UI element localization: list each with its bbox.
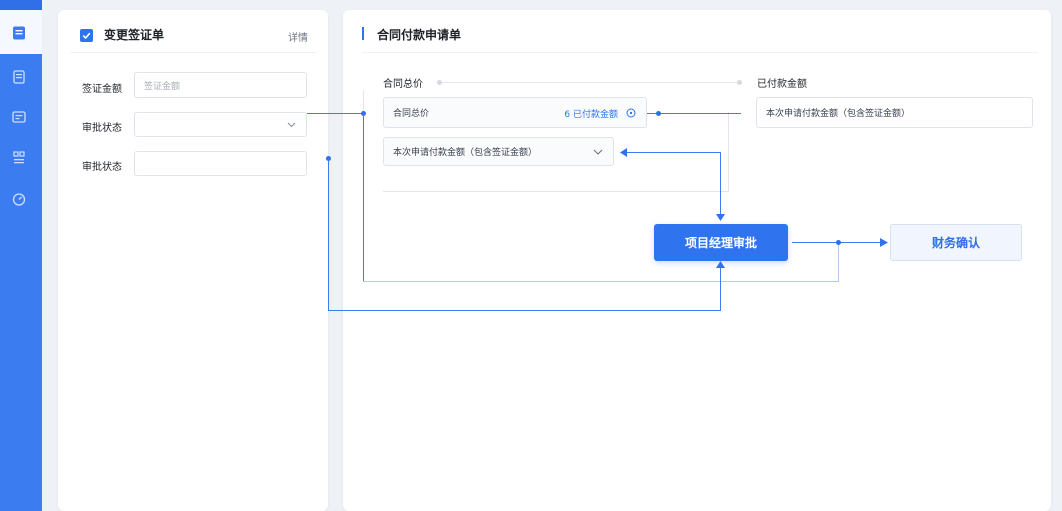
paid-amount-indicator: 6 已付款金额 [564, 110, 618, 120]
flow-line [363, 113, 364, 281]
payment-amount-field-right[interactable]: 本次申请付款金额（包含签证金额） [756, 97, 1033, 128]
chevron-down-icon [593, 148, 603, 159]
sidebar-item-reports[interactable] [11, 69, 27, 85]
payment-request-title: 合同付款申请单 [377, 28, 462, 42]
flow-dot [656, 111, 661, 116]
flow-line [720, 266, 721, 310]
timeline-line [442, 82, 739, 83]
flow-line [838, 242, 839, 282]
list-icon [12, 111, 26, 123]
sidebar-item-list[interactable] [11, 109, 27, 125]
change-order-title: 变更签证单 [104, 28, 165, 42]
flow-line [328, 310, 721, 311]
sidebar-rail-top [0, 0, 42, 10]
flow-line [626, 152, 721, 153]
paid-amount-header: 已付款金额 [757, 79, 807, 90]
arrow-right-icon [880, 238, 888, 247]
gauge-icon [12, 193, 26, 206]
document-icon [11, 25, 27, 41]
report-icon [13, 70, 25, 84]
approval-status-select[interactable] [134, 112, 307, 137]
flow-line [328, 158, 329, 310]
contract-total-header: 合同总价 [383, 79, 423, 90]
arrow-left-icon [620, 148, 627, 157]
arrow-down-icon [716, 214, 725, 221]
connector-line [728, 112, 729, 192]
info-circle-icon[interactable] [626, 108, 636, 121]
approval-status-label: 审批状态 [82, 123, 122, 134]
chevron-down-icon [287, 121, 296, 132]
divider [362, 52, 1038, 53]
timeline-dot [737, 80, 742, 85]
flow-line [647, 113, 741, 114]
approval-status-label-2: 审批状态 [82, 162, 122, 173]
sidebar-item-dashboard[interactable] [11, 191, 27, 207]
sidebar-item-approval[interactable] [11, 150, 27, 166]
flow-line [363, 281, 838, 282]
visa-amount-input[interactable]: 签证金额 [134, 72, 307, 98]
flow-line [720, 152, 721, 217]
checkbox-icon[interactable] [80, 27, 93, 46]
approval-status-input[interactable] [134, 151, 307, 176]
flow-line [307, 113, 364, 114]
divider [70, 52, 316, 53]
connector-line [383, 191, 728, 192]
visa-amount-label: 签证金额 [82, 84, 122, 95]
payment-amount-select[interactable]: 本次申请付款金额（包含签证金额） [383, 137, 614, 166]
sidebar-item-active[interactable] [0, 10, 42, 54]
project-manager-approval-button[interactable]: 项目经理审批 [654, 224, 788, 261]
finance-confirm-button[interactable]: 财务确认 [890, 224, 1022, 261]
arrow-up-icon [716, 261, 725, 268]
detail-link[interactable]: 详情 [288, 29, 308, 44]
flow-dot [836, 240, 841, 245]
approval-icon [13, 151, 25, 164]
contract-total-field[interactable]: 合同总价 6 已付款金额 [383, 97, 647, 128]
section-accent-bar [362, 27, 364, 40]
